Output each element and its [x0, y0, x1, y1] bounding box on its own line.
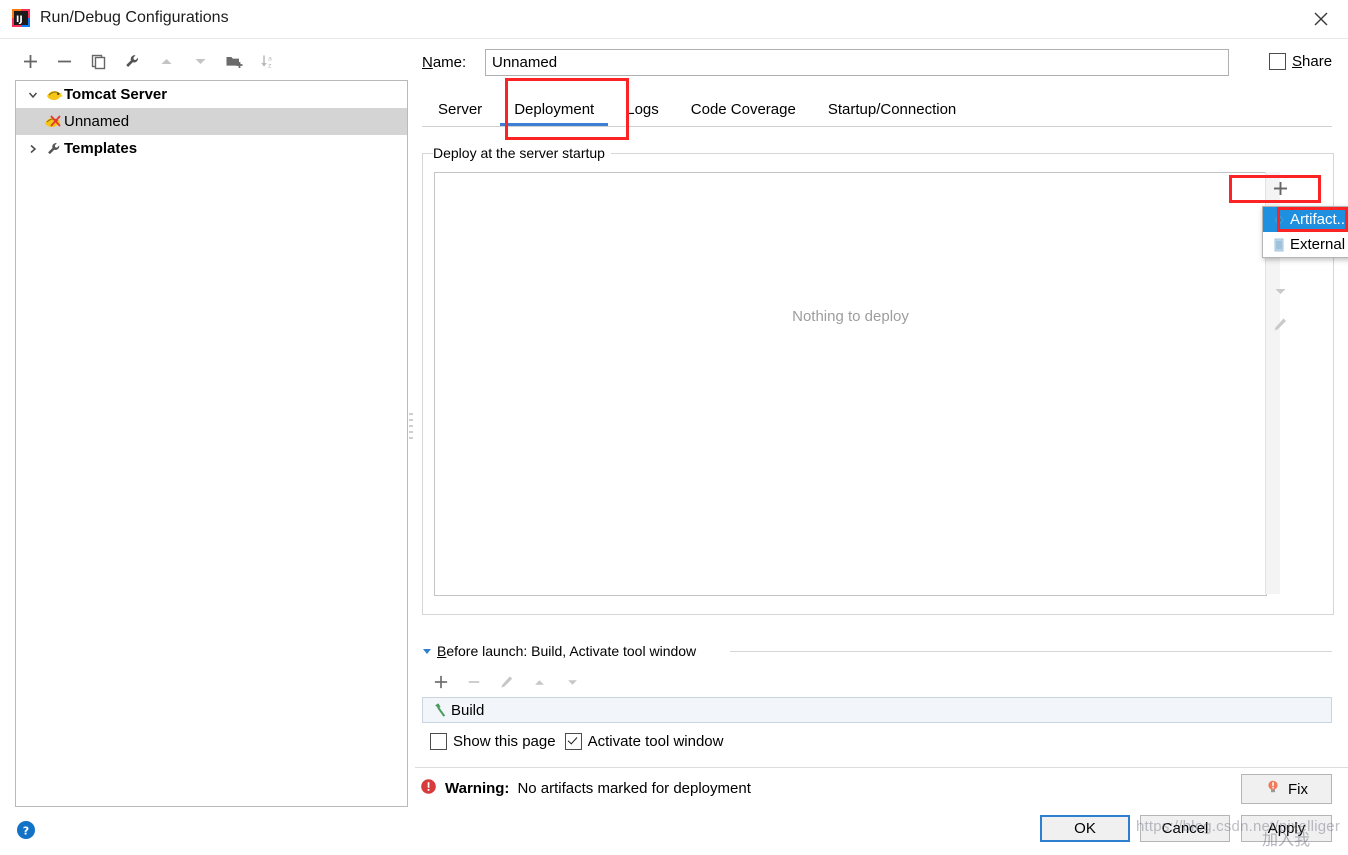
chevron-right-icon[interactable]: [22, 143, 44, 155]
share-label: Share: [1292, 53, 1333, 70]
deployment-list[interactable]: Nothing to deploy: [434, 172, 1267, 596]
tab-label: Deployment: [514, 100, 595, 118]
tree-item-label: Unnamed: [64, 113, 130, 130]
tree-item-templates[interactable]: Templates: [16, 135, 407, 162]
remove-configuration-button[interactable]: [48, 48, 80, 76]
share-checkbox-box[interactable]: [1269, 53, 1286, 70]
wrench-icon[interactable]: [116, 48, 148, 76]
popup-item-label: Artifact...: [1290, 211, 1348, 228]
show-this-page-label: Show this page: [453, 733, 556, 750]
external-source-icon: [1268, 237, 1290, 253]
cancel-button[interactable]: Cancel: [1140, 815, 1230, 842]
window-title: Run/Debug Configurations: [40, 9, 229, 26]
sort-az-icon[interactable]: a z: [252, 48, 284, 76]
move-deployment-down-button[interactable]: [1265, 274, 1295, 308]
deploy-group-legend: Deploy at the server startup: [433, 145, 611, 161]
tab-label: Logs: [626, 100, 659, 118]
tree-item-tomcat-server[interactable]: Tomcat Server: [16, 81, 407, 108]
before-launch-options: Show this page Activate tool window: [430, 733, 723, 750]
tomcat-icon: [44, 87, 64, 102]
name-input[interactable]: [485, 49, 1229, 76]
add-deployment-button[interactable]: [1265, 172, 1295, 204]
configuration-tabs: Server Deployment Logs Code Coverage Sta…: [422, 90, 1332, 127]
edit-deployment-button[interactable]: [1265, 308, 1295, 340]
before-launch-divider: [730, 651, 1332, 652]
close-icon[interactable]: [1302, 4, 1340, 34]
activate-tool-window-label: Activate tool window: [587, 733, 724, 750]
tab-logs[interactable]: Logs: [610, 92, 675, 126]
tree-item-label: Tomcat Server: [64, 86, 168, 103]
build-hammer-icon: [429, 702, 451, 718]
wrench-icon: [44, 141, 64, 157]
tree-item-label: Templates: [64, 140, 138, 157]
svg-text:IJ: IJ: [16, 15, 23, 25]
remove-before-launch-task-button[interactable]: [457, 668, 490, 696]
before-launch-task-label: Build: [451, 701, 485, 719]
apply-button-label: Apply: [1267, 820, 1306, 837]
move-task-down-button[interactable]: [556, 668, 589, 696]
cancel-button-label: Cancel: [1161, 820, 1209, 837]
before-launch-toolbar: [424, 668, 589, 696]
ok-button-label: OK: [1074, 820, 1096, 837]
configurations-tree[interactable]: Tomcat Server Unnamed Templates: [15, 80, 408, 807]
add-configuration-button[interactable]: [14, 48, 46, 76]
bottom-divider: [415, 767, 1348, 768]
splitter-grip: [409, 413, 413, 443]
popup-item-artifact[interactable]: Artifact...: [1263, 207, 1348, 232]
popup-item-label: External Source...: [1290, 236, 1348, 253]
move-task-up-button[interactable]: [523, 668, 556, 696]
copy-icon[interactable]: [82, 48, 114, 76]
tab-label: Startup/Connection: [827, 100, 957, 118]
chevron-down-icon[interactable]: [22, 89, 44, 101]
empty-state-label: Nothing to deploy: [792, 308, 909, 325]
edit-before-launch-task-button[interactable]: [490, 668, 523, 696]
tab-deployment[interactable]: Deployment: [498, 92, 610, 126]
svg-text:?: ?: [23, 825, 29, 838]
apply-button[interactable]: Apply: [1241, 815, 1332, 842]
tab-code-coverage[interactable]: Code Coverage: [675, 92, 812, 126]
share-checkbox[interactable]: Share: [1269, 53, 1332, 70]
tab-startup-connection[interactable]: Startup/Connection: [812, 92, 972, 126]
fix-button-label: Fix: [1288, 780, 1308, 798]
activate-tool-window-checkbox[interactable]: Activate tool window: [564, 733, 724, 750]
add-before-launch-task-button[interactable]: [424, 668, 457, 696]
show-this-page-checkbox[interactable]: Show this page: [430, 733, 556, 750]
lightbulb-icon: [1265, 779, 1281, 799]
error-icon: [420, 778, 437, 799]
activate-tool-window-checkbox-box[interactable]: [564, 733, 582, 750]
status-prefix: Warning:: [445, 780, 510, 797]
configurations-toolbar: a z: [14, 45, 406, 78]
panel-splitter[interactable]: [406, 80, 416, 805]
help-icon[interactable]: ?: [16, 820, 36, 840]
before-launch-task-row[interactable]: Build: [422, 697, 1332, 723]
tomcat-error-icon: [44, 114, 64, 130]
add-deployment-popup-menu[interactable]: Artifact... External Source...: [1262, 206, 1348, 258]
before-launch-header[interactable]: Before launch: Build, Activate tool wind…: [422, 643, 696, 659]
show-this-page-checkbox-box[interactable]: [430, 733, 447, 750]
status-message: Warning: No artifacts marked for deploym…: [420, 778, 751, 799]
triangle-down-icon[interactable]: [422, 643, 432, 659]
popup-item-external-source[interactable]: External Source...: [1263, 232, 1348, 257]
name-label: Name:: [422, 54, 467, 71]
tree-item-unnamed[interactable]: Unnamed: [16, 108, 407, 135]
status-text: No artifacts marked for deployment: [517, 780, 751, 797]
svg-text:z: z: [268, 62, 272, 70]
ok-button[interactable]: OK: [1040, 815, 1130, 842]
folder-add-icon[interactable]: [218, 48, 250, 76]
intellij-idea-icon: IJ: [11, 8, 31, 28]
artifact-icon: [1268, 212, 1290, 228]
title-bar: IJ Run/Debug Configurations: [0, 0, 1348, 39]
tab-label: Code Coverage: [690, 100, 796, 118]
arrow-up-icon[interactable]: [150, 48, 182, 76]
before-launch-label: Before launch: Build, Activate tool wind…: [437, 643, 697, 659]
tab-label: Server: [438, 100, 483, 118]
arrow-down-icon[interactable]: [184, 48, 216, 76]
tab-server[interactable]: Server: [422, 92, 498, 126]
fix-button[interactable]: Fix: [1241, 774, 1332, 804]
